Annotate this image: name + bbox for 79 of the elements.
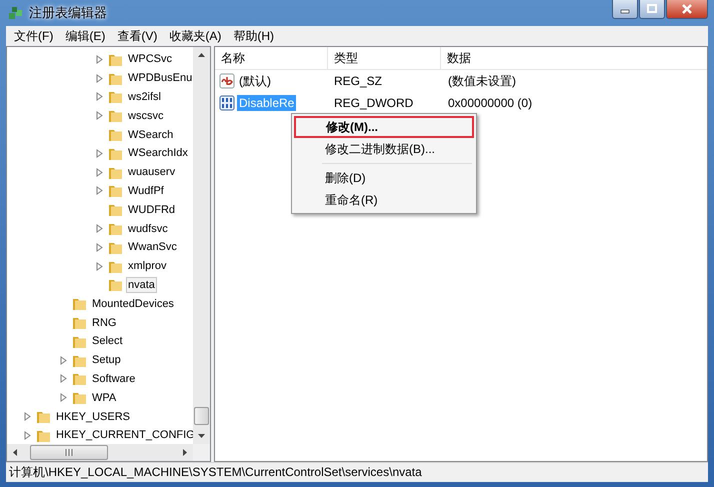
value-type: REG_SZ (333, 74, 384, 88)
tree-item[interactable]: WwanSvc (126, 239, 179, 256)
tree-item[interactable]: WPDBusEnu (126, 70, 194, 86)
close-icon (681, 4, 693, 14)
folder-icon (108, 202, 123, 218)
folder-icon (72, 315, 87, 330)
menu-item[interactable]: 修改二进制数据(B)... (294, 138, 474, 160)
folder-icon (108, 108, 123, 124)
folder-icon (108, 183, 123, 198)
status-bar: 计算机\HKEY_LOCAL_MACHINE\SYSTEM\CurrentControlSet\services\nvata (6, 462, 708, 482)
expand-arrow-icon[interactable] (96, 92, 103, 102)
menu-item[interactable]: 查看(V) (111, 28, 164, 44)
folder-icon (72, 390, 87, 406)
value-data: 0x00000000 (0) (447, 96, 532, 110)
column-header[interactable]: 名称 (215, 47, 328, 69)
menu-item[interactable]: 重命名(R) (294, 189, 474, 211)
expand-arrow-icon[interactable] (60, 393, 67, 402)
menu-item[interactable]: 修改(M)... (294, 116, 474, 138)
tree-item[interactable]: wuauserv (126, 164, 178, 180)
vertical-scrollbar[interactable] (193, 47, 210, 444)
expand-arrow-icon[interactable] (96, 168, 103, 177)
tree-item[interactable]: WudfPf (126, 182, 166, 199)
column-header[interactable]: 类型 (328, 47, 441, 69)
tree-item[interactable]: RNG (90, 314, 118, 331)
expand-arrow-icon[interactable] (96, 111, 103, 120)
scroll-thumb[interactable] (30, 445, 108, 460)
registry-cubes-icon (8, 5, 24, 21)
tree-item[interactable]: xmlprov (126, 258, 169, 274)
expand-arrow-icon[interactable] (96, 54, 103, 64)
minimize-button[interactable] (612, 0, 638, 19)
tree-item[interactable]: nvata (126, 276, 157, 293)
maximize-icon (647, 4, 657, 14)
tree-item[interactable]: Software (90, 370, 138, 387)
menu-item[interactable]: 帮助(H) (227, 28, 280, 44)
column-header[interactable]: 数据 (441, 47, 707, 69)
tree-item[interactable]: HKEY_USERS (54, 408, 132, 425)
expand-arrow-icon[interactable] (60, 356, 67, 365)
tree-item[interactable]: WUDFRd (126, 202, 178, 218)
scroll-thumb[interactable] (194, 407, 209, 425)
tree-item[interactable]: WPCSvc (126, 51, 174, 68)
folder-icon (108, 221, 123, 236)
expand-arrow-icon[interactable] (96, 74, 103, 83)
expand-arrow-icon[interactable] (96, 186, 103, 196)
value-name[interactable]: (默认) (237, 72, 273, 90)
close-button[interactable] (666, 0, 708, 19)
window-title: 注册表编辑器 (29, 4, 107, 22)
menu-item[interactable]: 删除(D) (294, 167, 474, 189)
folder-icon (72, 296, 87, 312)
folder-icon (108, 277, 123, 292)
folder-icon (72, 371, 87, 386)
tree-item[interactable]: Select (90, 333, 125, 350)
tree-item[interactable]: WSearchIdx (126, 145, 190, 162)
menu-item[interactable]: 收藏夹(A) (163, 28, 228, 44)
tree-item[interactable]: ws2ifsl (126, 88, 164, 105)
value-type: REG_DWORD (333, 96, 414, 110)
tree-item[interactable]: wscsvc (126, 108, 166, 124)
tree-item[interactable]: WSearch (126, 126, 176, 143)
tree-item[interactable]: wudfsvc (126, 220, 170, 237)
binary-value-icon (219, 95, 235, 111)
expand-arrow-icon[interactable] (96, 148, 103, 158)
expand-arrow-icon[interactable] (24, 430, 31, 440)
tree-item[interactable]: Setup (90, 352, 123, 368)
expand-arrow-icon[interactable] (96, 242, 103, 252)
expand-arrow-icon[interactable] (24, 412, 31, 422)
expand-arrow-icon[interactable] (96, 262, 103, 271)
folder-icon (108, 89, 123, 104)
string-value-icon (219, 73, 235, 89)
value-data: (数值未设置) (447, 72, 516, 90)
tree-item[interactable]: HKEY_CURRENT_CONFIG (54, 427, 197, 444)
tree-item[interactable]: MountedDevices (90, 296, 176, 312)
menu-item[interactable]: 编辑(E) (59, 28, 112, 44)
expand-arrow-icon[interactable] (60, 374, 67, 384)
folder-icon (36, 409, 51, 424)
expand-arrow-icon[interactable] (96, 224, 103, 234)
horizontal-scrollbar[interactable] (7, 444, 210, 461)
menu-item[interactable]: 文件(F) (8, 28, 60, 44)
maximize-button[interactable] (639, 0, 665, 19)
folder-icon (108, 127, 123, 142)
tree-item[interactable]: WPA (90, 390, 118, 406)
